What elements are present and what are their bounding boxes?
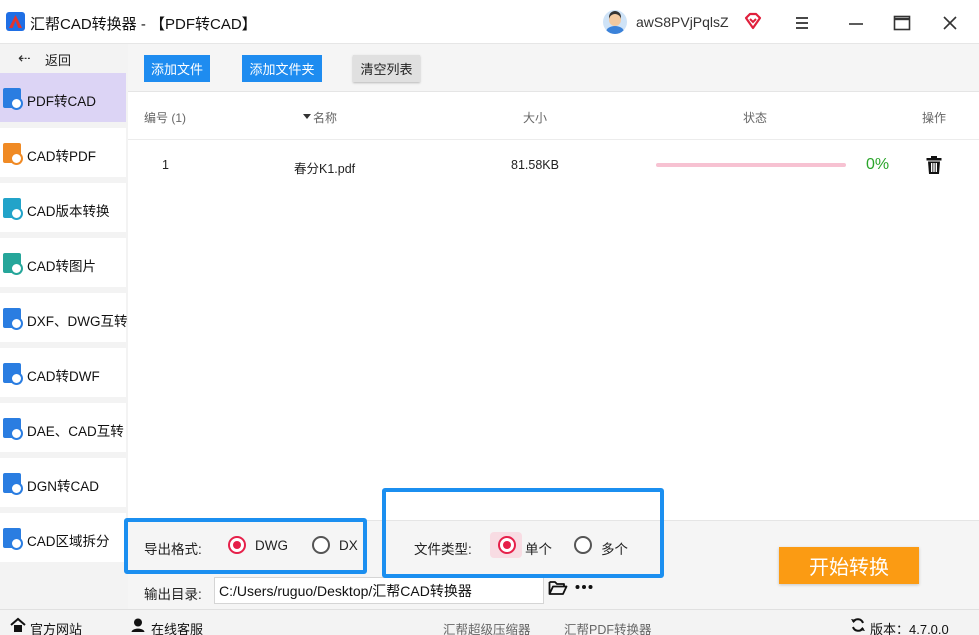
title-bar: 汇帮CAD转换器 - 【PDF转CAD】 awS8PVjPqlsZ — [0, 0, 979, 44]
output-dir-field[interactable] — [214, 577, 544, 604]
sidebar-item-label: CAD版本转换 — [27, 204, 110, 219]
progress-percent: 0% — [866, 156, 890, 173]
sidebar-item-dgn-to-cad[interactable]: DGN转CAD — [0, 458, 126, 507]
sidebar: ⇠ 返回 PDF转CAD CAD转PDF CAD版本转换 CAD转图片 DXF、… — [0, 44, 128, 609]
customer-service-icon — [131, 618, 145, 632]
trash-icon[interactable] — [925, 155, 943, 175]
cad-version-icon — [3, 198, 23, 220]
sidebar-item-cad-split[interactable]: CAD区域拆分 — [0, 513, 126, 562]
pdf-to-cad-icon — [3, 88, 23, 110]
pdf-converter-link[interactable]: 汇帮PDF转换器 — [564, 619, 652, 635]
sidebar-item-cad-to-dwf[interactable]: CAD转DWF — [0, 348, 126, 397]
app-logo-icon — [6, 12, 25, 31]
start-convert-button[interactable]: 开始转换 — [779, 547, 919, 584]
dxf-dwg-icon — [3, 308, 23, 330]
add-file-button[interactable]: 添加文件 — [144, 55, 210, 82]
window-title: 汇帮CAD转换器 - 【PDF转CAD】 — [30, 16, 257, 33]
version-text: 版本：4.7.0.0 — [870, 622, 949, 635]
row-file-name: 春分K1.pdf — [294, 162, 356, 176]
official-website-link[interactable]: 官方网站 — [30, 619, 82, 635]
clear-list-button[interactable]: 清空列表 — [353, 55, 420, 82]
sidebar-item-cad-to-image[interactable]: CAD转图片 — [0, 238, 126, 287]
refresh-icon[interactable] — [850, 617, 866, 633]
maximize-icon[interactable] — [889, 10, 915, 36]
username[interactable]: awS8PVjPqlsZ — [636, 14, 729, 30]
sidebar-item-label: DGN转CAD — [27, 479, 100, 494]
sidebar-item-label: CAD转图片 — [27, 259, 97, 274]
sidebar-item-label: DXF、DWG互转 — [27, 314, 128, 329]
home-icon — [10, 617, 26, 632]
compressor-link[interactable]: 汇帮超级压缩器 — [443, 619, 531, 635]
export-format-highlight-box — [124, 518, 367, 574]
column-size: 大小 — [523, 111, 548, 125]
file-table-header: 编号 (1) 名称 大小 状态 操作 — [128, 92, 979, 140]
row-file-size: 81.58KB — [511, 158, 559, 172]
table-row[interactable]: 1 春分K1.pdf 81.58KB 0% — [128, 140, 979, 190]
more-options-icon[interactable] — [574, 579, 594, 595]
back-label: 返回 — [45, 53, 72, 68]
row-index: 1 — [162, 158, 169, 172]
vip-diamond-icon[interactable] — [743, 11, 763, 31]
sidebar-item-dae-cad[interactable]: DAE、CAD互转 — [0, 403, 126, 452]
sidebar-item-label: DAE、CAD互转 — [27, 424, 124, 439]
sidebar-item-label: PDF转CAD — [27, 94, 97, 109]
minimize-icon[interactable] — [843, 10, 869, 36]
column-action: 操作 — [922, 111, 947, 125]
sort-desc-icon[interactable] — [303, 114, 311, 119]
cad-to-dwf-icon — [3, 363, 23, 385]
progress-bar — [656, 163, 846, 167]
cad-split-icon — [3, 528, 23, 550]
status-bar: 官方网站 在线客服 汇帮超级压缩器 汇帮PDF转换器 版本：4.7.0.0 — [0, 609, 979, 635]
folder-open-icon[interactable] — [548, 579, 568, 597]
dgn-to-cad-icon — [3, 473, 23, 495]
sidebar-item-cad-to-pdf[interactable]: CAD转PDF — [0, 128, 126, 177]
close-icon[interactable] — [937, 10, 963, 36]
add-folder-button[interactable]: 添加文件夹 — [242, 55, 322, 82]
toolbar: 添加文件 添加文件夹 清空列表 — [128, 44, 979, 92]
column-status: 状态 — [743, 111, 768, 125]
user-avatar[interactable] — [603, 10, 627, 34]
dae-cad-icon — [3, 418, 23, 440]
online-support-link[interactable]: 在线客服 — [151, 619, 203, 635]
hamburger-menu-icon[interactable] — [789, 10, 815, 36]
sidebar-item-label: CAD转PDF — [27, 149, 97, 164]
output-dir-label: 输出目录: — [144, 587, 202, 602]
settings-panel: 导出格式: DWG DX 文件类型: 单个 多个 输出目录: 开始转换 — [124, 488, 979, 609]
sidebar-item-cad-version[interactable]: CAD版本转换 — [0, 183, 126, 232]
sidebar-item-pdf-to-cad[interactable]: PDF转CAD — [0, 73, 126, 122]
column-index: 编号 (1) — [144, 111, 187, 125]
column-name[interactable]: 名称 — [313, 109, 337, 126]
cad-to-image-icon — [3, 253, 23, 275]
sidebar-item-dxf-dwg[interactable]: DXF、DWG互转 — [0, 293, 128, 342]
file-type-highlight-box — [382, 488, 664, 578]
back-arrow-icon: ⇠ — [18, 50, 31, 67]
sidebar-item-label: CAD区域拆分 — [27, 534, 110, 549]
sidebar-item-label: CAD转DWF — [27, 369, 100, 384]
cad-to-pdf-icon — [3, 143, 23, 165]
back-button[interactable]: ⇠ 返回 — [0, 44, 128, 72]
